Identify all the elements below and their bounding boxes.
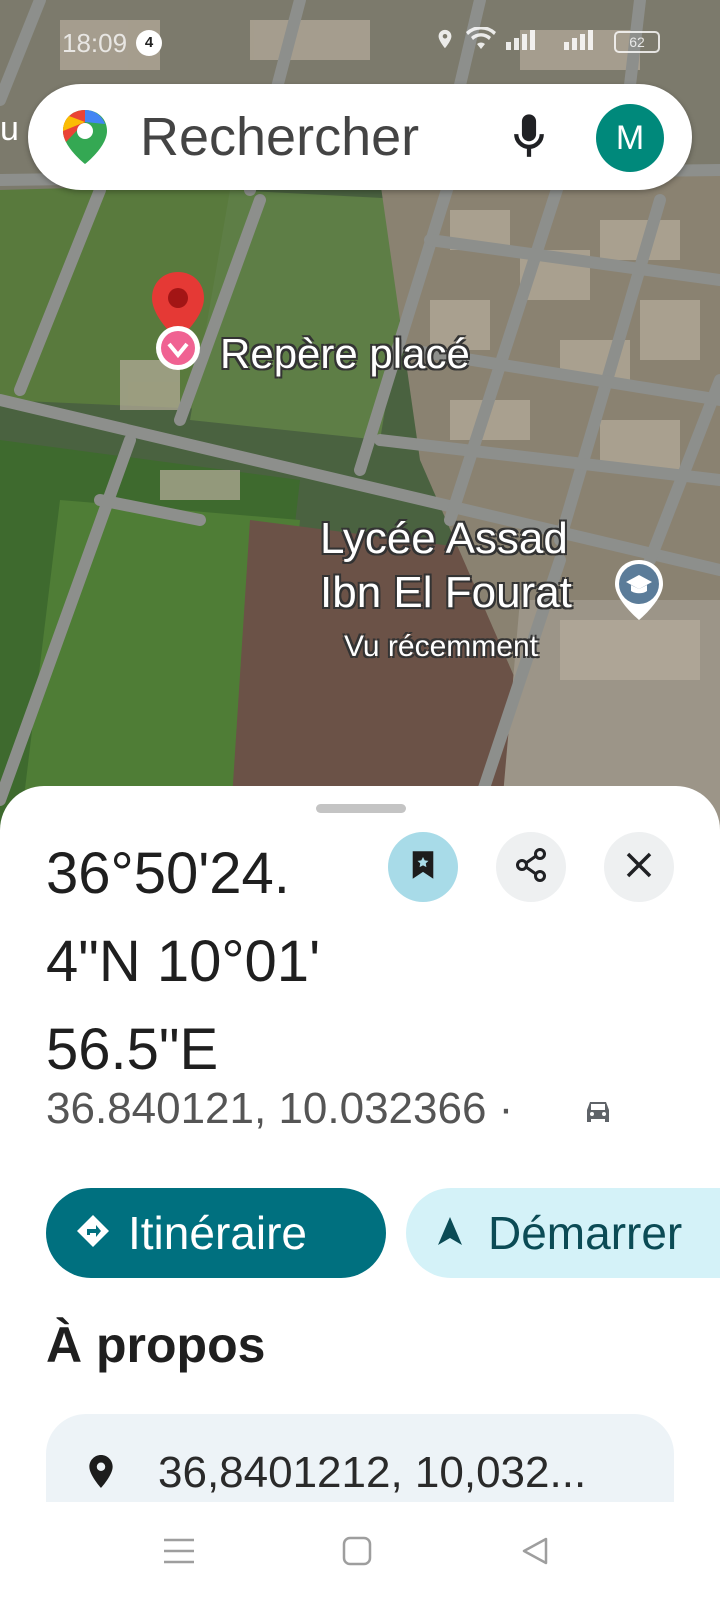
search-input[interactable]: Rechercher [140, 106, 419, 168]
status-bar: 18:09 4 62 [0, 18, 720, 68]
dropped-pin-label: Repère placé [220, 330, 470, 377]
start-button[interactable]: Démarrer [406, 1188, 720, 1278]
close-button[interactable] [604, 832, 674, 902]
signal-icon [506, 28, 554, 55]
microphone-icon[interactable] [512, 112, 546, 167]
save-button[interactable] [388, 832, 458, 902]
directions-icon [76, 1214, 110, 1253]
share-icon [515, 847, 547, 887]
system-navigation-bar [0, 1502, 720, 1604]
wifi-icon [466, 26, 496, 56]
close-icon [625, 851, 653, 884]
directions-button[interactable]: Itinéraire [46, 1188, 386, 1278]
map-view[interactable]: 18:09 4 62 u Rechercher M Repère placé L… [0, 0, 720, 830]
place-title-line2: 4"N 10°01' [46, 929, 321, 994]
place-title: 36°50'24. 4"N 10°01' 56.5"E [46, 830, 366, 1094]
decimal-coordinates: 36.840121, 10.032366 · [46, 1084, 514, 1133]
start-label: Démarrer [488, 1207, 683, 1259]
dropped-pin-marker[interactable] [148, 270, 208, 379]
about-coordinates-value: 36,8401212, 10,032... [158, 1448, 587, 1497]
place-details-sheet: 36°50'24. 4"N 10°01' 56.5"E 36.840121, 1… [0, 786, 720, 1604]
directions-label: Itinéraire [128, 1207, 307, 1259]
maps-logo-icon [60, 108, 110, 171]
back-icon[interactable] [520, 1536, 550, 1571]
car-icon [582, 1098, 614, 1131]
signal-2-icon [564, 28, 604, 55]
poi-name-line2: Ibn El Fourat [320, 568, 572, 617]
battery-icon: 62 [614, 30, 660, 53]
navigation-arrow-icon [436, 1215, 464, 1252]
avatar[interactable]: M [596, 104, 664, 172]
sheet-drag-handle[interactable] [316, 804, 406, 813]
poi-name-line1: Lycée Assad [320, 514, 568, 563]
place-title-line3: 56.5"E [46, 1017, 219, 1082]
poi-subtitle: Vu récemment [344, 630, 538, 663]
home-icon[interactable] [342, 1536, 372, 1571]
location-pin-icon [88, 1454, 114, 1495]
map-label-partial: u [0, 110, 19, 148]
search-bar[interactable]: Rechercher M [28, 84, 692, 190]
status-time: 18:09 [62, 28, 128, 58]
about-heading: À propos [46, 1317, 266, 1373]
location-icon [434, 26, 456, 57]
bookmark-icon [409, 849, 437, 886]
place-title-line1: 36°50'24. [46, 841, 290, 906]
recent-apps-icon[interactable] [162, 1536, 196, 1571]
notification-badge: 4 [136, 30, 162, 56]
share-button[interactable] [496, 832, 566, 902]
school-icon[interactable] [612, 558, 666, 627]
poi-label[interactable]: Lycée Assad Ibn El Fourat [320, 512, 572, 620]
